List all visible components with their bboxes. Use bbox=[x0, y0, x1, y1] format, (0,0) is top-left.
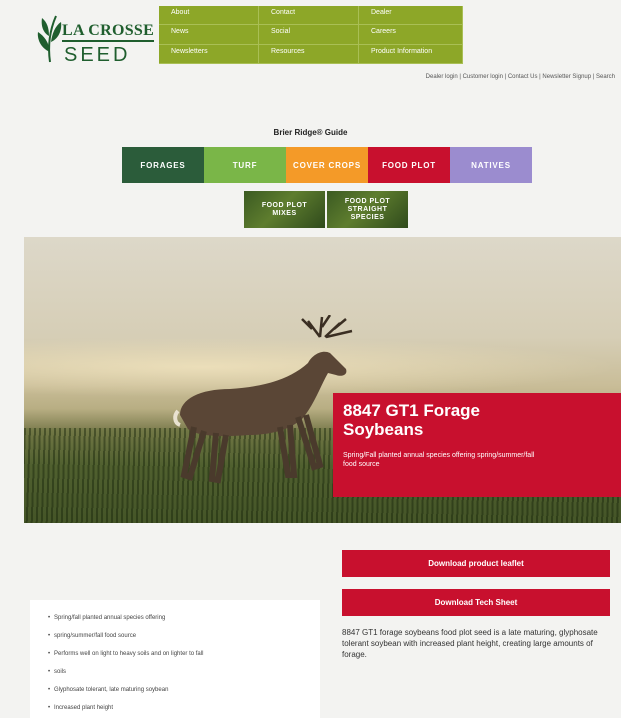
page: LA CROSSE SEED About Contact Dealer News… bbox=[0, 0, 621, 718]
category-tabs: Forages Turf Cover Crops Food Plot Nativ… bbox=[122, 147, 532, 183]
guide-title: Brier Ridge® Guide bbox=[273, 128, 348, 137]
download-tech-sheet-button[interactable]: Download Tech Sheet bbox=[342, 589, 610, 616]
hero-card: 8847 GT1 Forage Soybeans Spring/Fall pla… bbox=[333, 393, 621, 497]
feature-list: Spring/fall planted annual species offer… bbox=[30, 600, 320, 718]
nav-link-contact[interactable]: Contact bbox=[259, 6, 359, 26]
subcategory-food-plot-mixes[interactable]: Food Plot Mixes bbox=[244, 191, 325, 228]
nav-link-product-information[interactable]: Product Information bbox=[359, 44, 463, 64]
subcategory-tiles: Food Plot Mixes Food Plot Straight Speci… bbox=[244, 191, 408, 228]
nav-link-social[interactable]: Social bbox=[259, 25, 359, 45]
la-crosse-seed-logo[interactable]: LA CROSSE SEED bbox=[34, 10, 158, 66]
category-food-plot[interactable]: Food Plot bbox=[368, 147, 450, 183]
category-natives[interactable]: Natives bbox=[450, 147, 532, 183]
logo-text-bottom: SEED bbox=[64, 44, 131, 66]
product-title: 8847 GT1 Forage Soybeans bbox=[343, 401, 481, 439]
subcategory-food-plot-straight-species[interactable]: Food Plot Straight Species bbox=[327, 191, 408, 228]
category-turf[interactable]: Turf bbox=[204, 147, 286, 183]
feature-item: Increased plant height bbox=[48, 704, 304, 713]
category-cover-crops[interactable]: Cover Crops bbox=[286, 147, 368, 183]
nav-link-careers[interactable]: Careers bbox=[359, 25, 463, 45]
wheat-leaf-icon bbox=[37, 15, 62, 63]
download-product-leaflet-button[interactable]: Download product leaflet bbox=[342, 550, 610, 577]
logo-text-top: LA CROSSE bbox=[62, 22, 155, 42]
product-description: 8847 GT1 forage soybeans food plot seed … bbox=[342, 628, 598, 659]
nav-link-resources[interactable]: Resources bbox=[259, 44, 359, 64]
top-navigation: About Contact Dealer News Social Careers… bbox=[159, 6, 463, 64]
product-subtitle: Spring/Fall planted annual species offer… bbox=[343, 452, 535, 468]
feature-item: Glyphosate tolerant, late maturing soybe… bbox=[48, 686, 304, 695]
nav-link-about[interactable]: About bbox=[159, 6, 259, 26]
feature-item: soils bbox=[48, 668, 304, 677]
nav-link-newsletters[interactable]: Newsletters bbox=[159, 44, 259, 64]
feature-item: Performs well on light to heavy soils an… bbox=[48, 650, 304, 659]
nav-link-dealer[interactable]: Dealer bbox=[359, 6, 463, 26]
hero-banner: 8847 GT1 Forage Soybeans Spring/Fall pla… bbox=[24, 237, 621, 523]
feature-item: Spring/fall planted annual species offer… bbox=[48, 614, 304, 623]
nav-link-news[interactable]: News bbox=[159, 25, 259, 45]
feature-item: spring/summer/fall food source bbox=[48, 632, 304, 641]
category-forages[interactable]: Forages bbox=[122, 147, 204, 183]
utility-links[interactable]: Dealer login | Customer login | Contact … bbox=[426, 74, 615, 80]
